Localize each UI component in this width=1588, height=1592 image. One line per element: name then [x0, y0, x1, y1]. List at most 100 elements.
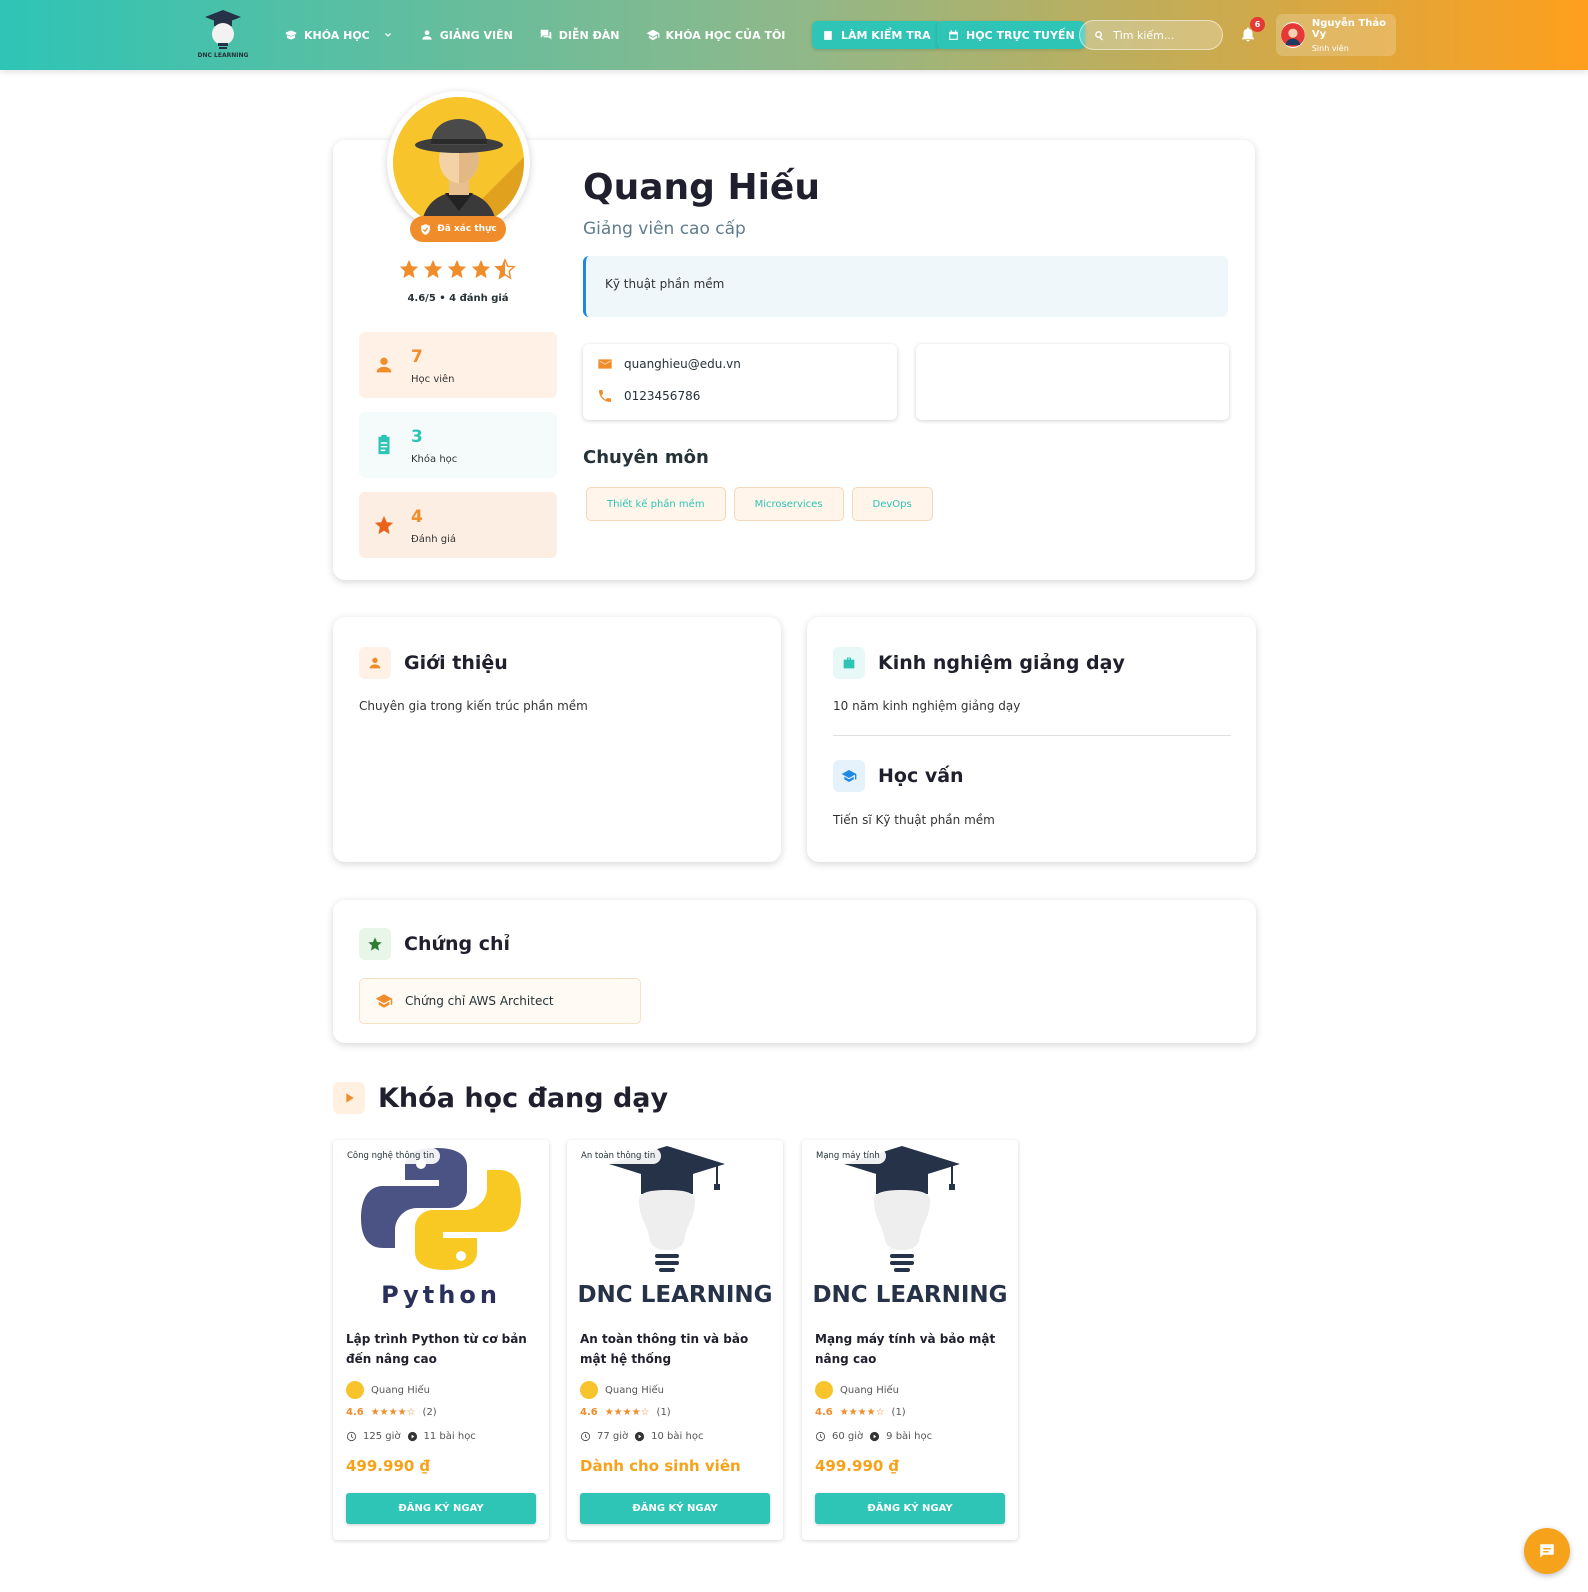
course-instructor-name: Quang Hiếu: [840, 1384, 899, 1396]
avatar: [580, 1381, 598, 1399]
education-title: Học vấn: [878, 765, 964, 787]
nav-forum[interactable]: DIỄN ĐÀN: [539, 28, 620, 42]
spy-avatar-icon: [393, 97, 524, 228]
department-box: Kỹ thuật phần mềm: [583, 256, 1228, 317]
course-rating-value: 4.6: [815, 1407, 833, 1418]
experience-education-card: Kinh nghiệm giảng dạy 10 năm kinh nghiệm…: [807, 617, 1256, 862]
education-icon-box: [833, 760, 865, 792]
play-circle-icon: [870, 1431, 880, 1442]
book-open-icon: [285, 30, 297, 40]
person-icon: [376, 357, 392, 373]
online-learning-button[interactable]: HỌC TRỰC TUYẾN: [937, 21, 1085, 49]
experience-text: 10 năm kinh nghiệm giảng dạy: [833, 699, 1021, 713]
course-rating: 4.6 ★★★★☆ (2): [346, 1407, 437, 1418]
rating-summary: 4.6/5 • 4 đánh giá: [407, 293, 509, 304]
course-rating-stars: ★★★★☆: [370, 1407, 416, 1418]
star-icon: [423, 259, 443, 279]
course-review-count: (1): [656, 1407, 671, 1418]
verified-badge: Đã xác thực: [410, 216, 506, 242]
certificate-item: Chứng chỉ AWS Architect: [359, 978, 641, 1024]
department-text: Kỹ thuật phần mềm: [605, 277, 725, 291]
course-thumbnail[interactable]: Python Công nghệ thông tin: [333, 1140, 549, 1315]
quiz-button[interactable]: LÀM KIỂM TRA: [812, 21, 941, 49]
course-image-text: DNC LEARNING: [577, 1282, 773, 1308]
logo-text: DNC LEARNING: [197, 52, 249, 59]
course-rating: 4.6 ★★★★☆ (1): [815, 1407, 906, 1418]
play-circle-icon: [635, 1431, 645, 1442]
chat-button[interactable]: [1524, 1528, 1570, 1574]
nav-courses[interactable]: KHÓA HỌC: [284, 28, 394, 42]
course-instructor-name: Quang Hiếu: [371, 1384, 430, 1396]
course-title[interactable]: Lập trình Python từ cơ bản đến nâng cao: [346, 1329, 541, 1369]
forum-icon: [540, 29, 552, 40]
dnc-logo[interactable]: DNC LEARNING: [196, 8, 250, 62]
top-navbar: DNC LEARNING KHÓA HỌC GIẢNG VIÊN DIỄN ĐÀ…: [0, 0, 1588, 70]
certificate-name: Chứng chỉ AWS Architect: [405, 994, 554, 1008]
course-instructor: Quang Hiếu: [815, 1381, 899, 1399]
enroll-button[interactable]: ĐĂNG KÝ NGAY: [346, 1493, 536, 1524]
clock-icon: [815, 1431, 826, 1442]
course-image-text: Python: [381, 1281, 501, 1309]
education-text: Tiến sĩ Kỹ thuật phần mềm: [833, 813, 995, 827]
user-menu[interactable]: Nguyễn Thảo Vy Sinh viên: [1276, 14, 1396, 56]
instructor-name: Quang Hiếu: [583, 167, 820, 208]
stat-reviews-value: 4: [411, 507, 423, 527]
enroll-button[interactable]: ĐĂNG KÝ NGAY: [815, 1493, 1005, 1524]
intro-card: Giới thiệu Chuyên gia trong kiến trúc ph…: [333, 617, 781, 862]
specialty-title: Chuyên môn: [583, 447, 709, 468]
specialty-tags: Thiết kế phần mềm Microservices DevOps: [586, 487, 933, 521]
nav-my-courses[interactable]: KHÓA HỌC CỦA TÔI: [646, 28, 786, 42]
course-title[interactable]: An toàn thông tin và bảo mật hệ thống: [580, 1329, 775, 1369]
course-card[interactable]: Python Công nghệ thông tin Lập trình Pyt…: [333, 1140, 549, 1540]
course-category: Mạng máy tính: [810, 1148, 886, 1164]
notification-badge: 6: [1250, 17, 1265, 32]
course-card[interactable]: DNC LEARNING An toàn thông tin An toàn t…: [567, 1140, 783, 1540]
quiz-icon: [824, 30, 832, 40]
course-lessons: 9 bài học: [886, 1431, 933, 1442]
course-review-count: (2): [422, 1407, 437, 1418]
briefcase-icon: [843, 657, 855, 669]
course-card[interactable]: DNC LEARNING Mạng máy tính Mạng máy tính…: [802, 1140, 1018, 1540]
intro-icon-box: [359, 647, 391, 679]
stat-courses-value: 3: [411, 427, 423, 447]
rating-stars: [398, 258, 518, 280]
person-icon: [369, 657, 381, 669]
verified-label: Đã xác thực: [437, 224, 497, 234]
course-instructor: Quang Hiếu: [580, 1381, 664, 1399]
avatar: [815, 1381, 833, 1399]
course-title[interactable]: Mạng máy tính và bảo mật nâng cao: [815, 1329, 1010, 1369]
notification-button[interactable]: 6: [1239, 17, 1265, 45]
empty-info-card: [916, 344, 1229, 420]
graduation-cap-icon: [375, 994, 393, 1008]
certificates-card: Chứng chỉ Chứng chỉ AWS Architect: [333, 900, 1256, 1043]
course-thumbnail[interactable]: DNC LEARNING An toàn thông tin: [567, 1140, 783, 1315]
nav-instructors[interactable]: GIẢNG VIÊN: [420, 28, 513, 42]
course-rating: 4.6 ★★★★☆ (1): [580, 1407, 671, 1418]
contact-card: quanghieu@edu.vn 0123456786: [583, 344, 897, 420]
course-review-count: (1): [891, 1407, 906, 1418]
graduation-cap-icon: [841, 770, 857, 782]
course-rating-value: 4.6: [346, 1407, 364, 1418]
user-avatar-icon: [1281, 23, 1305, 47]
nav-my-courses-label: KHÓA HỌC CỦA TÔI: [665, 28, 786, 42]
instructor-title: Giảng viên cao cấp: [583, 219, 746, 239]
enroll-button[interactable]: ĐĂNG KÝ NGAY: [580, 1493, 770, 1524]
stat-courses-label: Khóa học: [411, 454, 458, 465]
divider: [833, 735, 1231, 736]
lightbulb-cap-logo-icon: [205, 10, 241, 49]
course-thumbnail[interactable]: DNC LEARNING Mạng máy tính: [802, 1140, 1018, 1315]
courses-header: Khóa học đang dạy: [333, 1082, 668, 1114]
nav-forum-label: DIỄN ĐÀN: [558, 28, 620, 42]
instructor-avatar: [387, 91, 530, 234]
email-text: quanghieu@edu.vn: [624, 357, 741, 371]
calendar-icon: [949, 29, 958, 40]
email-row[interactable]: quanghieu@edu.vn: [597, 356, 741, 372]
person-icon: [422, 30, 432, 40]
search-input[interactable]: Tìm kiếm...: [1079, 20, 1223, 50]
chat-icon: [1540, 1544, 1554, 1558]
course-hours: 125 giờ: [363, 1431, 401, 1442]
intro-title: Giới thiệu: [404, 652, 508, 674]
stat-students-label: Học viên: [411, 374, 455, 385]
star-half-icon: [494, 258, 516, 280]
phone-row[interactable]: 0123456786: [597, 388, 700, 404]
